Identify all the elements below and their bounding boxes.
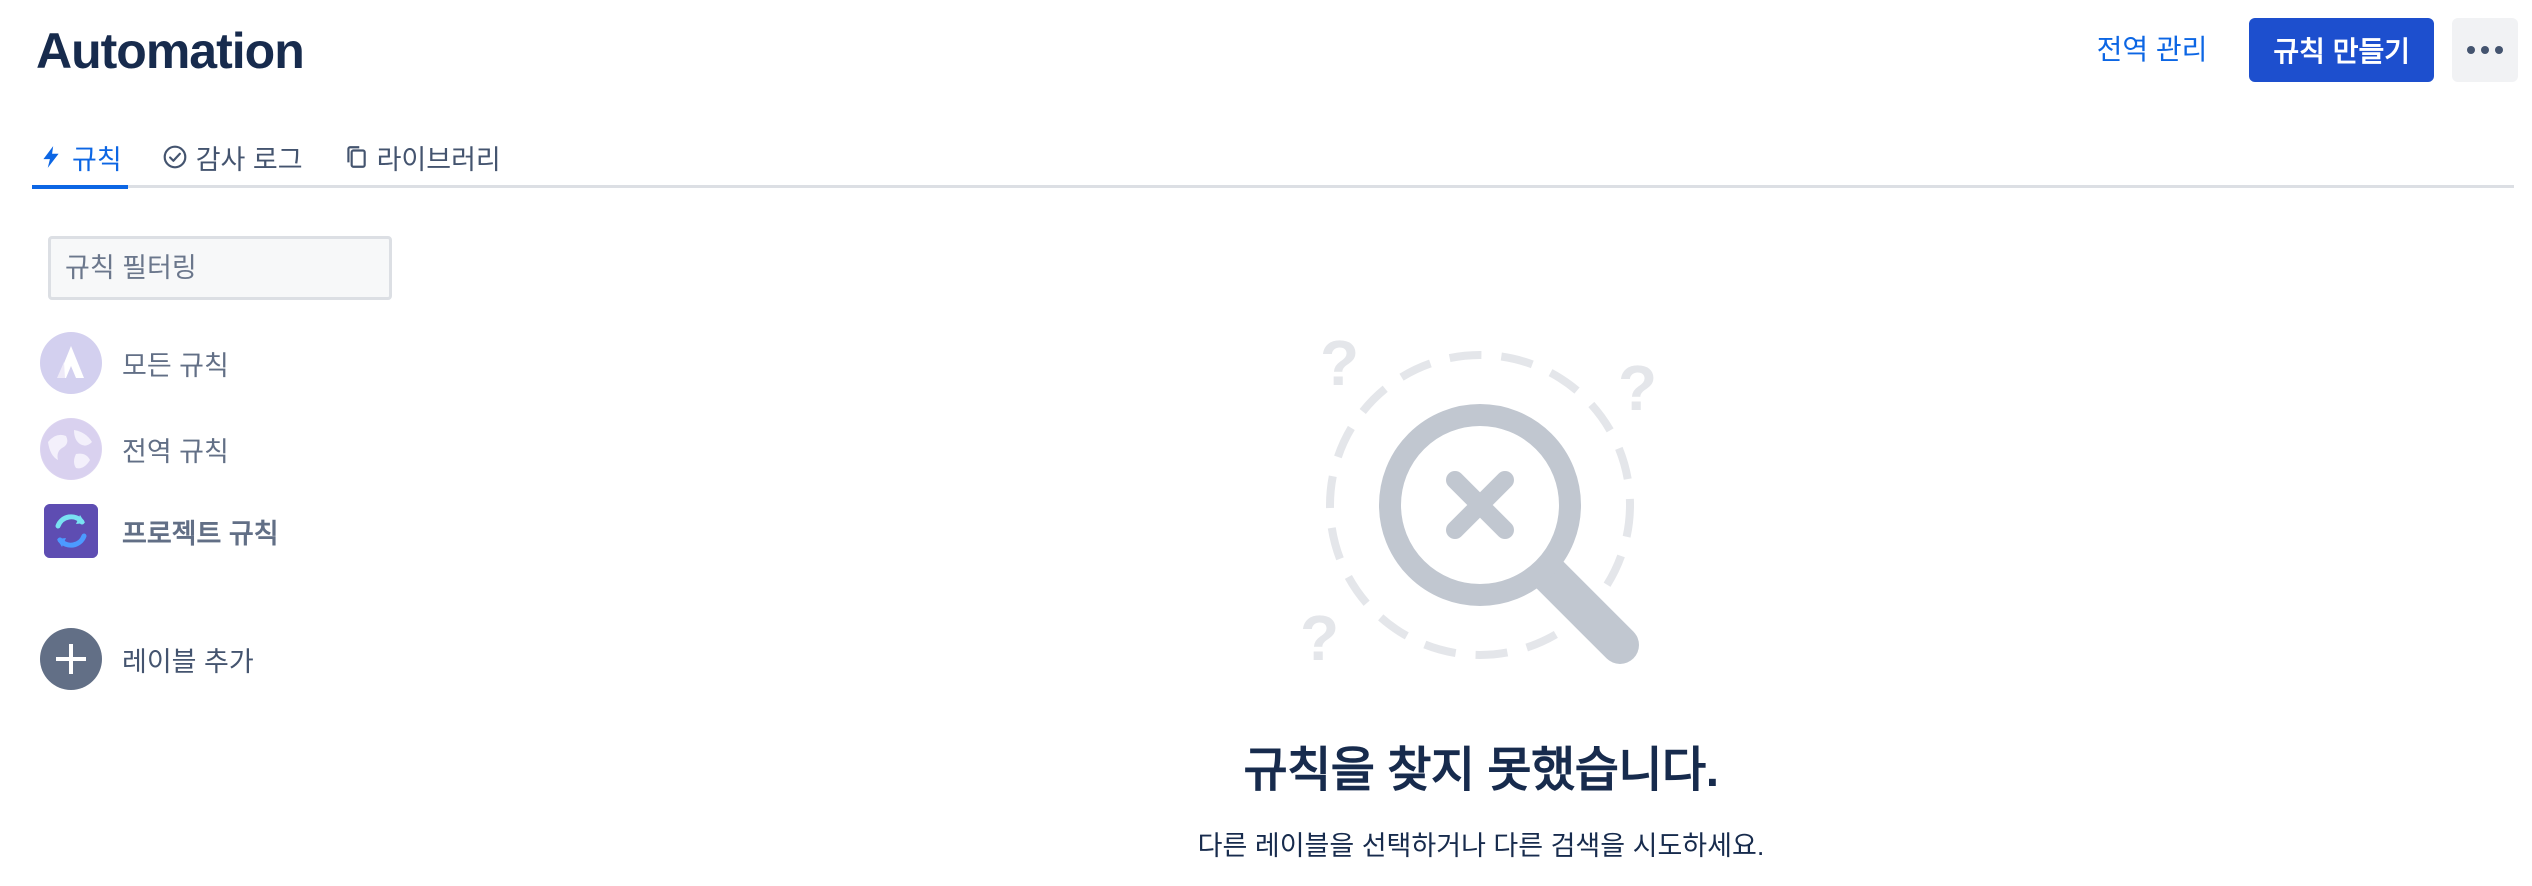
rule-filter-input[interactable] — [48, 236, 392, 300]
check-circle-icon — [163, 145, 187, 169]
copy-icon — [346, 146, 366, 168]
no-results-illustration: ? ? ? — [1300, 330, 1657, 670]
sidebar-item-all-rules[interactable]: 모든 규칙 — [40, 332, 229, 394]
manage-global-button[interactable]: 전역 관리 — [2071, 18, 2234, 82]
more-actions-button[interactable] — [2452, 18, 2518, 82]
add-icon — [40, 628, 102, 690]
sidebar-item-label: 모든 규칙 — [122, 350, 229, 381]
sidebar-item-global-rules[interactable]: 전역 규칙 — [40, 418, 229, 480]
tab-rules-label: 규칙 — [72, 144, 122, 175]
svg-text:?: ? — [1320, 330, 1359, 399]
tab-library[interactable]: 라이브러리 — [337, 128, 507, 186]
project-avatar-icon — [44, 504, 98, 558]
atlassian-logo-icon — [40, 332, 102, 394]
tab-library-label: 라이브러리 — [376, 144, 501, 175]
add-label-button[interactable]: 레이블 추가 — [40, 628, 254, 690]
lightning-icon — [43, 146, 59, 168]
svg-text:?: ? — [1618, 352, 1657, 424]
add-label-text: 레이블 추가 — [122, 646, 254, 677]
tab-audit-log[interactable]: 감사 로그 — [156, 128, 309, 186]
globe-icon — [40, 418, 102, 480]
sidebar-item-label: 전역 규칙 — [122, 436, 229, 467]
tab-rules[interactable]: 규칙 — [32, 128, 128, 189]
empty-state-description: 다른 레이블을 선택하거나 다른 검색을 시도하세요. — [1197, 831, 1765, 861]
tab-list: 규칙 감사 로그 라이브러리 — [32, 128, 2514, 189]
automation-page: Automation 전역 관리 규칙 만들기 규칙 감사 로그 라이브러리 규… — [0, 0, 2532, 886]
more-horizontal-icon — [2467, 46, 2475, 54]
sidebar-item-label: 프로젝트 규칙 — [122, 518, 279, 549]
header-actions: 전역 관리 규칙 만들기 — [2071, 18, 2518, 82]
empty-state-title: 규칙을 찾지 못했습니다. — [1243, 744, 1719, 797]
tab-audit-log-label: 감사 로그 — [195, 144, 303, 175]
page-title: Automation — [36, 23, 305, 79]
svg-text:?: ? — [1300, 602, 1339, 670]
create-rule-button[interactable]: 규칙 만들기 — [2249, 18, 2434, 82]
sidebar-item-project-rules[interactable]: 프로젝트 규칙 — [40, 504, 279, 558]
